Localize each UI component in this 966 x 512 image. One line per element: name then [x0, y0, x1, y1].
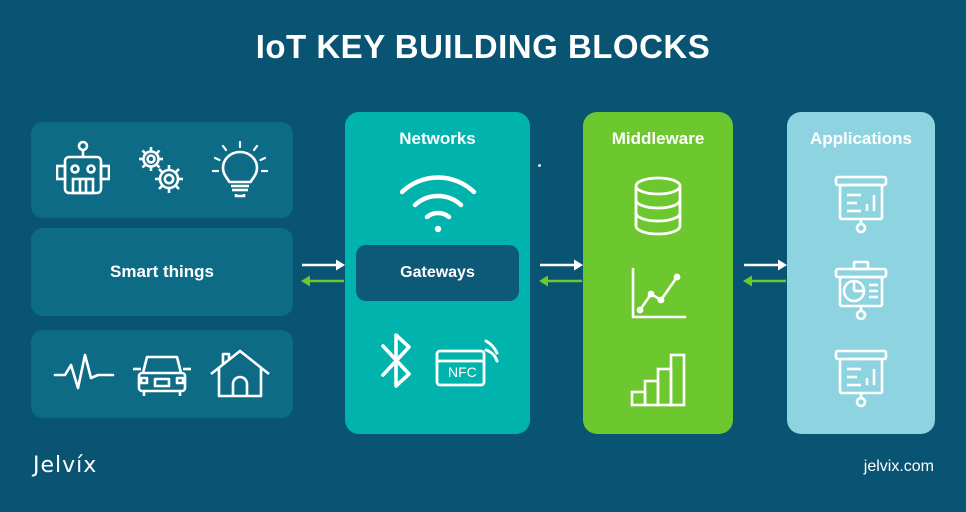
- presentation-chart-icon: [830, 347, 892, 409]
- bar-chart-icon: [629, 352, 687, 408]
- pulse-icon: [53, 350, 115, 398]
- website-url: jelvix.com: [863, 458, 934, 475]
- arrow-right-icon: [540, 259, 583, 271]
- gateways-box: Gateways: [356, 245, 519, 301]
- page-title: IoT KEY BUILDING BLOCKS: [255, 28, 711, 65]
- panel-applications-title: Applications: [809, 129, 912, 148]
- smart-things-devices-card: [31, 122, 293, 218]
- device-icon-row: [31, 122, 293, 218]
- application-icon-row: [31, 330, 293, 418]
- arrow-right-icon: [302, 259, 345, 271]
- smart-things-label: Smart things: [110, 262, 214, 281]
- smart-things-applications-card: [31, 330, 293, 418]
- panel-networks: Networks Gateways NFC: [345, 112, 530, 434]
- presentation-bar-icon: [830, 173, 892, 235]
- line-chart-icon: [629, 267, 687, 323]
- database-icon: [630, 174, 686, 238]
- gears-icon: [132, 141, 190, 199]
- applications-icon-stack: [787, 160, 935, 422]
- bluetooth-icon: [375, 330, 419, 392]
- arrow-right-icon: [744, 259, 787, 271]
- jelvix-logo: Jelvíx: [33, 453, 98, 478]
- infographic-canvas: IoT KEY BUILDING BLOCKS Smart things Net…: [0, 0, 966, 512]
- panel-middleware: Middleware: [583, 112, 733, 434]
- panel-middleware-title: Middleware: [611, 129, 705, 148]
- arrows-things-networks: [300, 256, 346, 290]
- gateways-label: Gateways: [400, 264, 475, 281]
- arrows-networks-middleware: [538, 256, 584, 290]
- smart-things-card: Smart things: [31, 228, 293, 316]
- middleware-icon-stack: [583, 160, 733, 422]
- presentation-pie-icon: [830, 260, 892, 322]
- arrow-left-icon: [539, 275, 582, 287]
- house-icon: [209, 348, 271, 400]
- arrow-left-icon: [743, 275, 786, 287]
- lightbulb-icon: [212, 140, 268, 200]
- panel-networks-title: Networks: [399, 129, 476, 148]
- arrows-middleware-applications: [742, 256, 788, 290]
- stray-dot: [538, 164, 541, 167]
- network-protocol-icons: NFC: [345, 330, 530, 392]
- arrow-left-icon: [301, 275, 344, 287]
- panel-applications: Applications: [787, 112, 935, 434]
- robot-icon: [56, 140, 110, 200]
- svg-text:NFC: NFC: [448, 364, 477, 380]
- wifi-icon: [397, 172, 479, 234]
- nfc-card-icon: NFC: [434, 331, 500, 391]
- car-icon: [131, 349, 193, 399]
- wifi-icon-wrap: [345, 172, 530, 234]
